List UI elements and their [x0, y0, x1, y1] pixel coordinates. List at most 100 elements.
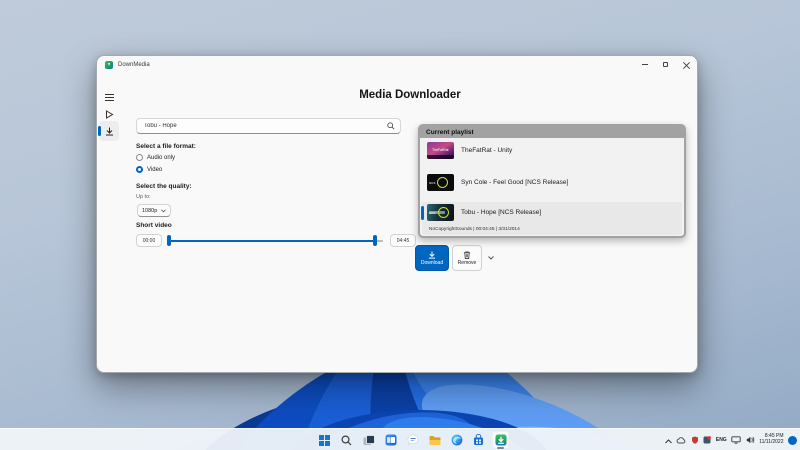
quality-section-label: Select the quality: — [136, 183, 192, 190]
monitor-network-icon — [731, 436, 741, 444]
format-section-label: Select a file format: — [136, 143, 196, 150]
start-button[interactable] — [316, 431, 333, 449]
shield-icon — [691, 436, 698, 444]
hamburger-icon — [104, 93, 114, 101]
tray-show-hidden-icons-button[interactable] — [665, 431, 672, 449]
playlist-panel: Current playlist TheFatRat TheFatRat - U… — [418, 124, 686, 238]
playlist-header: Current playlist — [420, 126, 684, 138]
video-thumbnail: TheFatRat — [427, 142, 454, 159]
playlist-item-title: Syn Cole - Feel Good [NCS Release] — [461, 179, 569, 186]
chat-icon — [407, 434, 418, 445]
file-explorer-button[interactable] — [426, 431, 443, 449]
slider-thumb-start[interactable] — [167, 235, 171, 246]
store-bag-icon — [474, 434, 483, 445]
playlist-item-details: NoCopyrightSounds | 00:04:45 | 3/31/2014 — [429, 227, 520, 232]
thumbnail-text: NCS — [429, 181, 436, 185]
chevron-down-icon — [487, 256, 494, 260]
slider-thumb-end[interactable] — [373, 235, 377, 246]
widgets-icon — [385, 434, 396, 446]
app-logo-icon — [105, 60, 113, 69]
download-icon — [105, 127, 113, 135]
trim-start-value[interactable]: 00:00 — [136, 234, 162, 247]
task-view-icon — [363, 434, 375, 445]
tray-security-app-button[interactable] — [691, 431, 699, 449]
edge-browser-button[interactable] — [448, 431, 465, 449]
widgets-button[interactable] — [382, 431, 399, 449]
remove-button[interactable]: Remove — [452, 245, 482, 271]
page-title: Media Downloader — [359, 89, 461, 101]
tray-app-icon — [703, 436, 712, 444]
download-button-label: Download — [420, 259, 444, 266]
close-icon — [683, 61, 690, 68]
chevron-down-icon — [161, 208, 166, 212]
radio-selected-icon[interactable] — [136, 166, 143, 173]
playlist-item[interactable]: NCS Syn Cole - Feel Good [NCS Release] — [422, 172, 682, 193]
radio-label: Video — [147, 166, 163, 173]
window-title: DownMedia — [118, 61, 150, 68]
microsoft-store-button[interactable] — [470, 431, 487, 449]
folder-icon — [429, 435, 440, 445]
radio-label: Audio only — [147, 154, 176, 161]
sidebar-active-indicator — [98, 126, 101, 136]
playlist-item[interactable]: TheFatRat TheFatRat - Unity — [422, 140, 682, 161]
radio-unselected-icon[interactable] — [136, 154, 143, 161]
sidebar — [97, 73, 121, 372]
task-view-button[interactable] — [360, 431, 377, 449]
trim-range-slider[interactable] — [167, 234, 383, 247]
maximize-icon — [662, 61, 669, 68]
tray-app-with-badge-button[interactable] — [703, 431, 712, 449]
playlist-item-selected[interactable]: NCS Tobu - Hope [NCS Release] NoCopyrigh… — [422, 202, 682, 235]
maximize-button[interactable] — [655, 56, 676, 73]
windows-logo-icon — [319, 434, 330, 446]
downmedia-app-icon — [495, 434, 506, 446]
speaker-icon — [746, 436, 754, 444]
quality-dropdown[interactable]: 1080p — [137, 204, 171, 217]
cloud-icon — [677, 437, 686, 444]
trim-end-value[interactable]: 04:45 — [390, 234, 416, 247]
gear-icon — [108, 371, 110, 372]
sidebar-item-downloader[interactable] — [99, 121, 119, 141]
notification-badge[interactable] — [788, 435, 797, 445]
edge-icon — [451, 434, 462, 446]
clock[interactable]: 8:45 PM 11/11/2022 — [759, 434, 783, 445]
minimize-button[interactable] — [634, 56, 655, 73]
search-icon — [341, 434, 352, 445]
trim-section-label: Short video — [136, 222, 172, 229]
close-button[interactable] — [676, 56, 697, 73]
chat-button[interactable] — [404, 431, 421, 449]
thumbnail-text: TheFatRat — [432, 148, 449, 152]
titlebar[interactable]: DownMedia — [97, 56, 697, 73]
quality-dropdown-value: 1080p — [142, 207, 158, 214]
playlist-selection-indicator — [421, 206, 424, 220]
remove-button-label: Remove — [457, 259, 477, 266]
play-icon — [105, 109, 113, 119]
trash-icon — [463, 250, 471, 259]
quality-hint-label: Up to: — [136, 194, 151, 200]
taskbar-app-downmedia[interactable] — [492, 431, 509, 449]
taskbar: ENG 8:45 PM 11/11/2022 — [0, 428, 800, 450]
video-thumbnail: NCS — [427, 204, 454, 221]
playlist-body: TheFatRat TheFatRat - Unity NCS Syn Cole… — [420, 138, 684, 236]
ncs-ring-icon — [437, 177, 448, 188]
radio-option-audio-only[interactable]: Audio only — [136, 154, 175, 161]
search-input[interactable] — [136, 118, 401, 134]
network-button[interactable] — [731, 431, 741, 449]
minimize-icon — [641, 64, 648, 65]
tray-onedrive-button[interactable] — [676, 431, 686, 449]
language-indicator[interactable]: ENG — [716, 437, 727, 443]
download-button[interactable]: Download — [415, 245, 449, 271]
search-icon[interactable] — [387, 122, 395, 130]
ncs-ring-icon — [438, 207, 449, 218]
radio-option-video[interactable]: Video — [136, 166, 162, 173]
volume-button[interactable] — [746, 431, 755, 449]
settings-button[interactable] — [99, 366, 119, 372]
taskbar-search-button[interactable] — [338, 431, 355, 449]
download-icon — [428, 250, 436, 259]
thumbnail-text: NCS — [429, 211, 436, 215]
more-actions-button[interactable] — [485, 250, 496, 266]
clock-date: 11/11/2022 — [759, 439, 784, 445]
slider-selected-range — [167, 239, 376, 242]
video-thumbnail: NCS — [427, 174, 454, 191]
playlist-item-title: Tobu - Hope [NCS Release] — [461, 209, 542, 216]
chevron-up-icon — [665, 439, 672, 444]
